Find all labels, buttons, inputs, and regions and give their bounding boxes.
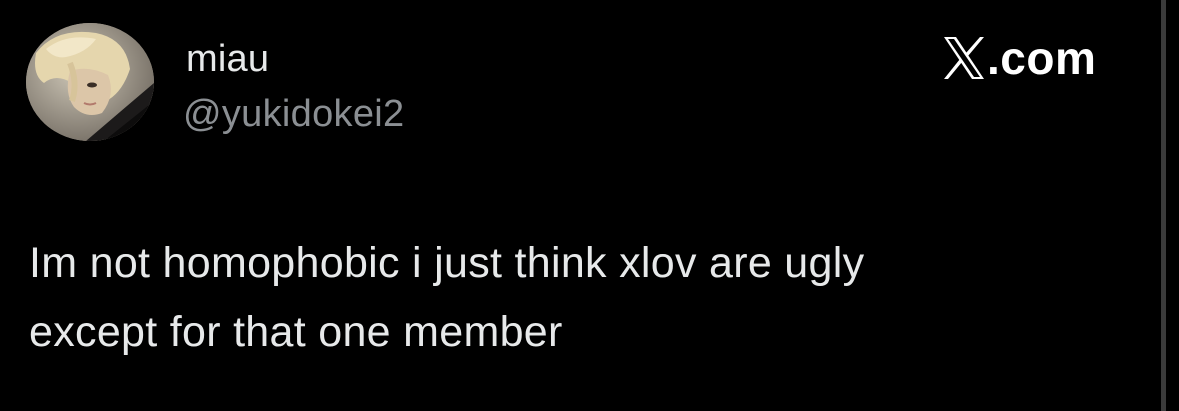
tweet-line: except for that one member <box>29 308 563 356</box>
brand-domain-text: .com <box>987 32 1097 84</box>
display-name[interactable]: miau <box>186 36 269 82</box>
scroll-divider <box>1161 0 1166 411</box>
tweet-card: miau @yukidokei2 .com Im not homophobic … <box>0 0 1160 411</box>
brand-watermark: .com <box>942 32 1096 84</box>
tweet-line: Im not homophobic i just think xlov are … <box>29 239 865 287</box>
x-logo-icon <box>944 37 984 79</box>
user-handle[interactable]: @yukidokei2 <box>183 91 404 137</box>
avatar-photo <box>26 23 154 141</box>
avatar[interactable] <box>26 23 154 141</box>
screen-edge <box>1160 0 1179 411</box>
tweet-body: Im not homophobic i just think xlov are … <box>29 229 1139 367</box>
